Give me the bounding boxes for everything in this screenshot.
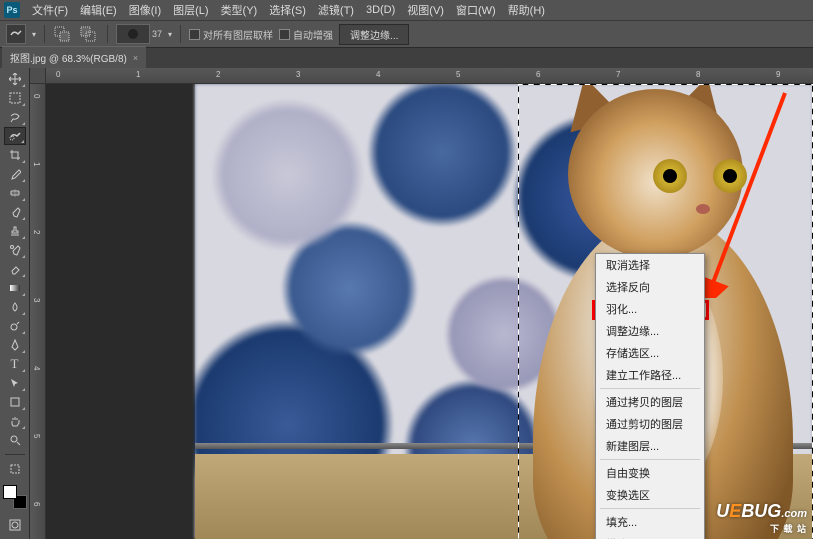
dodge-tool[interactable] bbox=[4, 317, 26, 335]
menu-help[interactable]: 帮助(H) bbox=[502, 0, 551, 20]
eraser-tool[interactable] bbox=[4, 260, 26, 278]
close-tab-icon[interactable]: × bbox=[133, 53, 138, 63]
context-menu-item[interactable]: 变换选区 bbox=[596, 484, 704, 506]
options-bar: ▾ 37 ▾ 对所有图层取样 自动增强 调整边缘... bbox=[0, 20, 813, 48]
edit-mode-icon[interactable] bbox=[4, 460, 26, 478]
brush-dropdown-icon[interactable]: ▾ bbox=[168, 30, 172, 39]
context-menu-item[interactable]: 取消选择 bbox=[596, 254, 704, 276]
add-to-selection-icon[interactable] bbox=[53, 25, 71, 43]
brush-size-label: 37 bbox=[152, 29, 162, 39]
dropdown-arrow-icon[interactable]: ▾ bbox=[32, 30, 36, 39]
context-menu-item[interactable]: 建立工作路径... bbox=[596, 364, 704, 386]
auto-enhance-label: 自动增强 bbox=[293, 27, 333, 42]
color-swatch[interactable] bbox=[3, 485, 27, 509]
context-menu-item[interactable]: 通过拷贝的图层 bbox=[596, 391, 704, 413]
menu-file[interactable]: 文件(F) bbox=[26, 0, 74, 20]
path-select-tool[interactable] bbox=[4, 374, 26, 392]
menu-edit[interactable]: 编辑(E) bbox=[74, 0, 123, 20]
stamp-tool[interactable] bbox=[4, 222, 26, 240]
toolbox: T bbox=[0, 68, 30, 539]
foreground-color-icon[interactable] bbox=[3, 485, 17, 499]
brush-preset-icon[interactable] bbox=[116, 24, 150, 44]
watermark: UEBUG.com 下 载 站 bbox=[716, 501, 807, 535]
menu-type[interactable]: 类型(Y) bbox=[215, 0, 264, 20]
app-root: Ps 文件(F) 编辑(E) 图像(I) 图层(L) 类型(Y) 选择(S) 滤… bbox=[0, 0, 813, 539]
ruler-corner bbox=[30, 68, 46, 84]
quick-select-tool[interactable] bbox=[4, 127, 26, 145]
context-menu-item[interactable]: 通过剪切的图层 bbox=[596, 413, 704, 435]
context-menu-separator bbox=[600, 508, 700, 509]
active-tool-icon[interactable] bbox=[6, 24, 26, 44]
vertical-ruler[interactable]: 0 1 2 3 4 5 6 7 bbox=[30, 84, 46, 539]
menu-bar: Ps 文件(F) 编辑(E) 图像(I) 图层(L) 类型(Y) 选择(S) 滤… bbox=[0, 0, 813, 20]
auto-enhance-checkbox[interactable]: 自动增强 bbox=[279, 27, 333, 42]
eyedropper-tool[interactable] bbox=[4, 165, 26, 183]
document-tab-title: 抠图.jpg @ 68.3%(RGB/8) bbox=[10, 50, 127, 65]
brush-tool[interactable] bbox=[4, 203, 26, 221]
subtract-from-selection-icon[interactable] bbox=[79, 25, 97, 43]
sample-all-layers-label: 对所有图层取样 bbox=[203, 27, 273, 42]
main-area: T 0 1 2 3 4 5 6 7 bbox=[0, 68, 813, 539]
context-menu-item[interactable]: 描边... bbox=[596, 533, 704, 539]
quick-mask-icon[interactable] bbox=[4, 516, 26, 534]
menu-3d[interactable]: 3D(D) bbox=[360, 2, 401, 18]
context-menu-item[interactable]: 填充... bbox=[596, 511, 704, 533]
marquee-tool[interactable] bbox=[4, 89, 26, 107]
lasso-tool[interactable] bbox=[4, 108, 26, 126]
refine-edge-button[interactable]: 调整边缘... bbox=[339, 24, 409, 45]
menu-layer[interactable]: 图层(L) bbox=[167, 0, 214, 20]
context-menu-item[interactable]: 自由变换 bbox=[596, 462, 704, 484]
gradient-tool[interactable] bbox=[4, 279, 26, 297]
blur-tool[interactable] bbox=[4, 298, 26, 316]
context-menu-item[interactable]: 存储选区... bbox=[596, 342, 704, 364]
menu-window[interactable]: 窗口(W) bbox=[450, 0, 502, 20]
shape-tool[interactable] bbox=[4, 393, 26, 411]
hand-tool[interactable] bbox=[4, 412, 26, 430]
context-menu-separator bbox=[600, 388, 700, 389]
context-menu-item[interactable]: 选择反向 bbox=[596, 276, 704, 298]
horizontal-ruler[interactable]: 0 1 2 3 4 5 6 7 8 9 bbox=[46, 68, 813, 84]
ps-logo-icon: Ps bbox=[4, 2, 20, 18]
move-tool[interactable] bbox=[4, 70, 26, 88]
context-menu: 取消选择选择反向羽化...调整边缘...存储选区...建立工作路径... 通过拷贝… bbox=[595, 253, 705, 539]
context-menu-item[interactable]: 调整边缘... bbox=[596, 320, 704, 342]
menu-image[interactable]: 图像(I) bbox=[123, 0, 167, 20]
history-brush-tool[interactable] bbox=[4, 241, 26, 259]
menu-select[interactable]: 选择(S) bbox=[263, 0, 312, 20]
menu-filter[interactable]: 滤镜(T) bbox=[312, 0, 360, 20]
document-tab[interactable]: 抠图.jpg @ 68.3%(RGB/8) × bbox=[2, 46, 146, 68]
context-menu-separator bbox=[600, 459, 700, 460]
crop-tool[interactable] bbox=[4, 146, 26, 164]
context-menu-item[interactable]: 新建图层... bbox=[596, 435, 704, 457]
image-content bbox=[195, 84, 813, 539]
zoom-tool[interactable] bbox=[4, 431, 26, 449]
document-tab-bar: 抠图.jpg @ 68.3%(RGB/8) × bbox=[0, 48, 813, 68]
sample-all-layers-checkbox[interactable]: 对所有图层取样 bbox=[189, 27, 273, 42]
menu-view[interactable]: 视图(V) bbox=[401, 0, 450, 20]
context-menu-item[interactable]: 羽化... bbox=[596, 298, 704, 320]
pen-tool[interactable] bbox=[4, 336, 26, 354]
heal-tool[interactable] bbox=[4, 184, 26, 202]
type-tool[interactable]: T bbox=[4, 355, 26, 373]
